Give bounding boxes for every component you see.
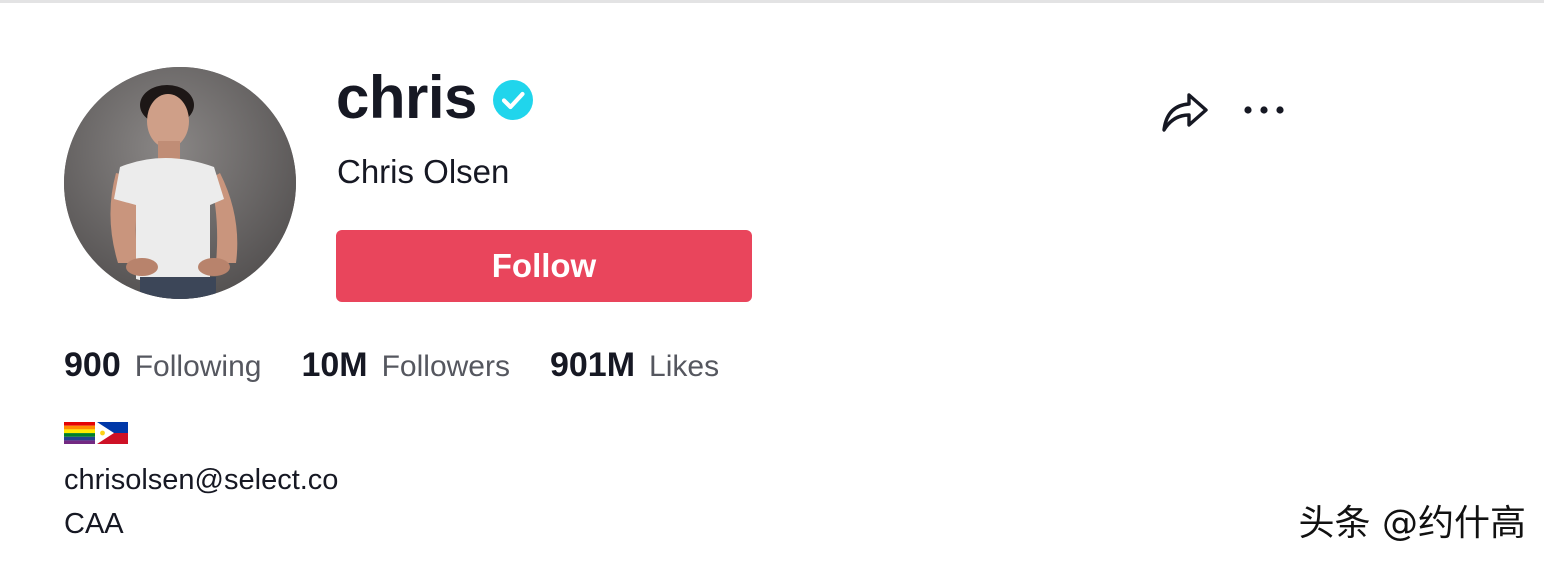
verified-badge-icon bbox=[492, 80, 533, 120]
watermark: 头条 @约什高 bbox=[1298, 503, 1526, 544]
followers-label: Followers bbox=[381, 350, 510, 383]
stat-following[interactable]: 900 Following bbox=[64, 346, 261, 385]
rainbow-pride-flag-icon bbox=[64, 422, 95, 444]
bio-email: chrisolsen@select.co bbox=[64, 464, 339, 496]
avatar[interactable] bbox=[64, 67, 296, 299]
username-row: chris bbox=[336, 58, 533, 138]
more-button[interactable] bbox=[1236, 92, 1292, 128]
stats-bar: 900 Following 10M Followers 901M Likes bbox=[64, 346, 759, 394]
stat-followers[interactable]: 10M Followers bbox=[301, 346, 510, 385]
followers-count: 10M bbox=[301, 346, 368, 384]
bio-agency: CAA bbox=[64, 508, 124, 540]
likes-label: Likes bbox=[649, 350, 720, 383]
following-count: 900 bbox=[64, 346, 121, 384]
display-name: Chris Olsen bbox=[337, 153, 510, 190]
follow-button[interactable]: Follow bbox=[336, 230, 752, 302]
share-arrow-icon bbox=[1162, 93, 1208, 132]
likes-count: 901M bbox=[549, 346, 636, 384]
following-label: Following bbox=[134, 350, 262, 383]
more-dots-icon bbox=[1244, 106, 1284, 114]
stat-likes: 901M Likes bbox=[550, 346, 719, 385]
top-divider bbox=[0, 0, 1544, 3]
share-button[interactable] bbox=[1158, 86, 1210, 136]
username: chris bbox=[336, 64, 477, 131]
philippines-flag-icon bbox=[97, 422, 128, 444]
bio-flags bbox=[64, 422, 128, 444]
